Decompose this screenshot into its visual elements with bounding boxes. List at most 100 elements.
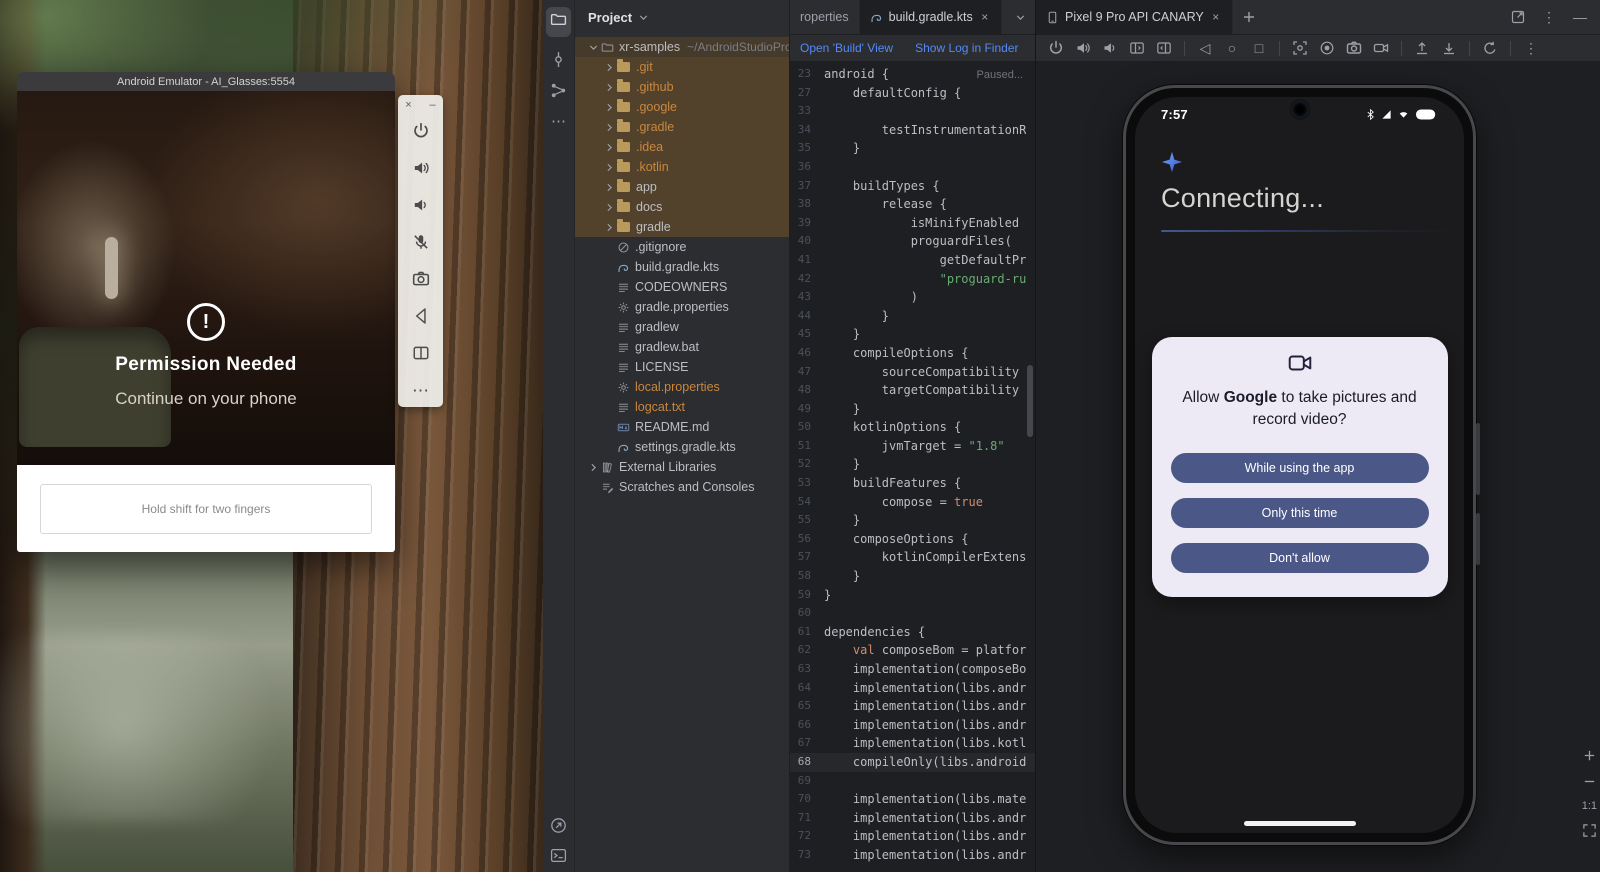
line-number[interactable]: 44	[790, 307, 824, 326]
code-line-59[interactable]: 59}	[790, 586, 1035, 605]
code-line-68[interactable]: 68 compileOnly(libs.android	[790, 753, 1035, 772]
project-header[interactable]: Project	[575, 0, 789, 35]
tree-item-google[interactable]: .google	[575, 97, 789, 117]
line-number[interactable]: 55	[790, 511, 824, 530]
volume-down-icon[interactable]	[412, 196, 430, 214]
tree-item-github[interactable]: .github	[575, 77, 789, 97]
reset-icon[interactable]	[1482, 40, 1498, 56]
code-line-51[interactable]: 51 jvmTarget = "1.8"	[790, 437, 1035, 456]
code-line-49[interactable]: 49 }	[790, 400, 1035, 419]
line-number[interactable]: 23	[790, 65, 824, 84]
tree-item-readme-md[interactable]: README.md	[575, 417, 789, 437]
code-line-43[interactable]: 43 )	[790, 288, 1035, 307]
line-number[interactable]: 60	[790, 604, 824, 623]
code-line-50[interactable]: 50 kotlinOptions {	[790, 418, 1035, 437]
code-line-61[interactable]: 61dependencies {	[790, 623, 1035, 642]
mic-off-icon[interactable]	[412, 233, 430, 251]
tabs-overflow[interactable]	[1014, 0, 1035, 34]
line-number[interactable]: 61	[790, 623, 824, 642]
power-icon[interactable]	[1048, 40, 1064, 56]
close-icon[interactable]: ×	[402, 99, 415, 112]
more-icon[interactable]: ⋯	[412, 381, 430, 399]
line-number[interactable]: 34	[790, 121, 824, 140]
line-number[interactable]: 49	[790, 400, 824, 419]
camera-icon[interactable]	[412, 270, 430, 288]
tabs-dropdown-icon[interactable]	[1014, 11, 1027, 24]
code-line-65[interactable]: 65 implementation(libs.andr	[790, 697, 1035, 716]
close-tab-icon[interactable]: ×	[979, 10, 991, 24]
line-number[interactable]: 73	[790, 846, 824, 865]
code-line-35[interactable]: 35 }	[790, 139, 1035, 158]
code-line-53[interactable]: 53 buildFeatures {	[790, 474, 1035, 493]
editor-scrollbar[interactable]	[1027, 365, 1033, 437]
line-number[interactable]: 39	[790, 214, 824, 233]
tree-item-scratches-and-consoles[interactable]: Scratches and Consoles	[575, 477, 789, 497]
line-number[interactable]: 48	[790, 381, 824, 400]
upload-icon[interactable]	[1414, 40, 1430, 56]
tree-item-gradlew[interactable]: gradlew	[575, 317, 789, 337]
line-number[interactable]: 36	[790, 158, 824, 177]
dialog-button-while-using-the-app[interactable]: While using the app	[1171, 453, 1429, 483]
nav-overview-icon[interactable]: □	[1251, 40, 1267, 56]
code-line-70[interactable]: 70 implementation(libs.mate	[790, 790, 1035, 809]
code-line-62[interactable]: 62 val composeBom = platfor	[790, 641, 1035, 660]
code-line-44[interactable]: 44 }	[790, 307, 1035, 326]
code-line-42[interactable]: 42 "proguard-ru	[790, 270, 1035, 289]
code-line-36[interactable]: 36	[790, 158, 1035, 177]
line-number[interactable]: 58	[790, 567, 824, 586]
volume-down-icon[interactable]	[1102, 40, 1118, 56]
screenshot-icon[interactable]	[1292, 40, 1308, 56]
tree-item-license[interactable]: LICENSE	[575, 357, 789, 377]
add-device-icon[interactable]	[1241, 9, 1257, 25]
fold-icon[interactable]	[412, 344, 430, 362]
dialog-button-only-this-time[interactable]: Only this time	[1171, 498, 1429, 528]
back-icon[interactable]	[412, 307, 430, 325]
line-number[interactable]: 71	[790, 809, 824, 828]
emulator-titlebar[interactable]: Android Emulator - AI_Glasses:5554	[17, 72, 395, 91]
code-line-56[interactable]: 56 composeOptions {	[790, 530, 1035, 549]
power-icon[interactable]	[412, 122, 430, 140]
code-line-45[interactable]: 45 }	[790, 325, 1035, 344]
home-indicator[interactable]	[1244, 821, 1356, 826]
code-line-41[interactable]: 41 getDefaultPr	[790, 251, 1035, 270]
tree-item-settings-gradle-kts[interactable]: settings.gradle.kts	[575, 437, 789, 457]
code-line-40[interactable]: 40 proguardFiles(	[790, 232, 1035, 251]
tree-item-external-libraries[interactable]: External Libraries	[575, 457, 789, 477]
line-number[interactable]: 27	[790, 84, 824, 103]
more-icon[interactable]: ⋯	[550, 113, 567, 130]
code-line-54[interactable]: 54 compose = true	[790, 493, 1035, 512]
record-icon[interactable]	[1319, 40, 1335, 56]
line-number[interactable]: 52	[790, 455, 824, 474]
tree-item-gitignore[interactable]: .gitignore	[575, 237, 789, 257]
line-number[interactable]: 47	[790, 363, 824, 382]
sync-icon[interactable]	[550, 817, 567, 834]
link-open-build-view[interactable]: Open 'Build' View	[800, 41, 893, 55]
terminal-icon[interactable]	[550, 847, 567, 864]
dialog-button-don-t-allow[interactable]: Don't allow	[1171, 543, 1429, 573]
line-number[interactable]: 72	[790, 827, 824, 846]
nav-home-icon[interactable]: ○	[1224, 40, 1240, 56]
line-number[interactable]: 68	[790, 753, 824, 772]
code-line-55[interactable]: 55 }	[790, 511, 1035, 530]
tree-item-local-properties[interactable]: local.properties	[575, 377, 789, 397]
line-number[interactable]: 35	[790, 139, 824, 158]
device-tab[interactable]: Pixel 9 Pro API CANARY ×	[1036, 0, 1233, 34]
line-number[interactable]: 54	[790, 493, 824, 512]
code-editor[interactable]: 23android {27 defaultConfig {3334 testIn…	[790, 62, 1035, 872]
tree-item-docs[interactable]: docs	[575, 197, 789, 217]
line-number[interactable]: 69	[790, 772, 824, 791]
code-line-27[interactable]: 27 defaultConfig {	[790, 84, 1035, 103]
close-device-tab-icon[interactable]: ×	[1210, 10, 1222, 24]
tree-item-codeowners[interactable]: CODEOWNERS	[575, 277, 789, 297]
tree-item-build-gradle-kts[interactable]: build.gradle.kts	[575, 257, 789, 277]
code-line-52[interactable]: 52 }	[790, 455, 1035, 474]
line-number[interactable]: 42	[790, 270, 824, 289]
minimize-icon[interactable]: –	[426, 99, 439, 112]
line-number[interactable]: 37	[790, 177, 824, 196]
tree-item-gradle[interactable]: .gradle	[575, 117, 789, 137]
line-number[interactable]: 53	[790, 474, 824, 493]
nav-back-icon[interactable]: ◁	[1197, 40, 1213, 56]
video-icon[interactable]	[1373, 40, 1389, 56]
line-number[interactable]: 51	[790, 437, 824, 456]
line-number[interactable]: 57	[790, 548, 824, 567]
